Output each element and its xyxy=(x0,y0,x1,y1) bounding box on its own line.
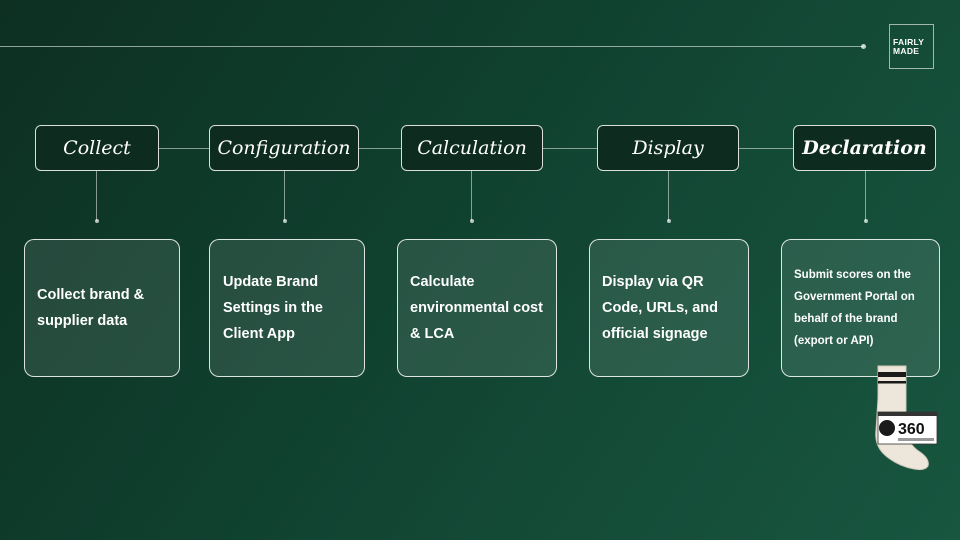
header-rule xyxy=(0,46,864,47)
sock-stripe xyxy=(878,381,906,384)
step-display: Display xyxy=(597,125,739,171)
step-display-label: Display xyxy=(632,137,704,159)
vertical-connector-dot xyxy=(864,219,868,223)
card-display: Display via QR Code, URLs, and official … xyxy=(589,239,749,377)
step-calculation: Calculation xyxy=(401,125,543,171)
vertical-connector-dot xyxy=(283,219,287,223)
connector-calculation-display xyxy=(542,148,597,149)
step-collect-label: Collect xyxy=(63,137,131,159)
vertical-connector-declaration xyxy=(865,171,866,221)
sock-stripe xyxy=(878,372,906,377)
step-configuration-label: Configuration xyxy=(217,137,351,159)
card-calculation: Calculate environmental cost & LCA xyxy=(397,239,557,377)
eco-label-footer xyxy=(898,438,934,441)
connector-collect-configuration xyxy=(158,148,209,149)
fairly-made-logo: FAIRLY MADE xyxy=(889,24,934,69)
logo-line-2: MADE xyxy=(893,45,920,56)
step-declaration: Declaration xyxy=(793,125,936,171)
vertical-connector-calculation xyxy=(471,171,472,221)
card-configuration-text: Update Brand Settings in the Client App xyxy=(223,274,323,342)
eco-label-score: 360 xyxy=(898,421,925,438)
vertical-connector-display xyxy=(668,171,669,221)
card-collect-text: Collect brand & supplier data xyxy=(37,287,145,329)
card-calculation-text: Calculate environmental cost & LCA xyxy=(410,274,543,342)
vertical-connector-dot xyxy=(470,219,474,223)
vertical-connector-collect xyxy=(96,171,97,221)
vertical-connector-dot xyxy=(667,219,671,223)
connector-display-declaration xyxy=(738,148,793,149)
eco-label-emblem xyxy=(879,420,895,436)
step-collect: Collect xyxy=(35,125,159,171)
header-rule-dot xyxy=(861,44,866,49)
card-declaration-text: Submit scores on the Government Portal o… xyxy=(794,269,915,347)
step-declaration-label: Declaration xyxy=(802,137,927,159)
card-display-text: Display via QR Code, URLs, and official … xyxy=(602,274,719,342)
card-configuration: Update Brand Settings in the Client App xyxy=(209,239,365,377)
sock-product-image: 360 xyxy=(875,365,938,471)
card-collect: Collect brand & supplier data xyxy=(24,239,180,377)
eco-label-header xyxy=(878,412,937,416)
vertical-connector-configuration xyxy=(284,171,285,221)
card-declaration: Submit scores on the Government Portal o… xyxy=(781,239,940,377)
step-configuration: Configuration xyxy=(209,125,359,171)
vertical-connector-dot xyxy=(95,219,99,223)
step-calculation-label: Calculation xyxy=(417,137,527,159)
connector-configuration-calculation xyxy=(358,148,401,149)
